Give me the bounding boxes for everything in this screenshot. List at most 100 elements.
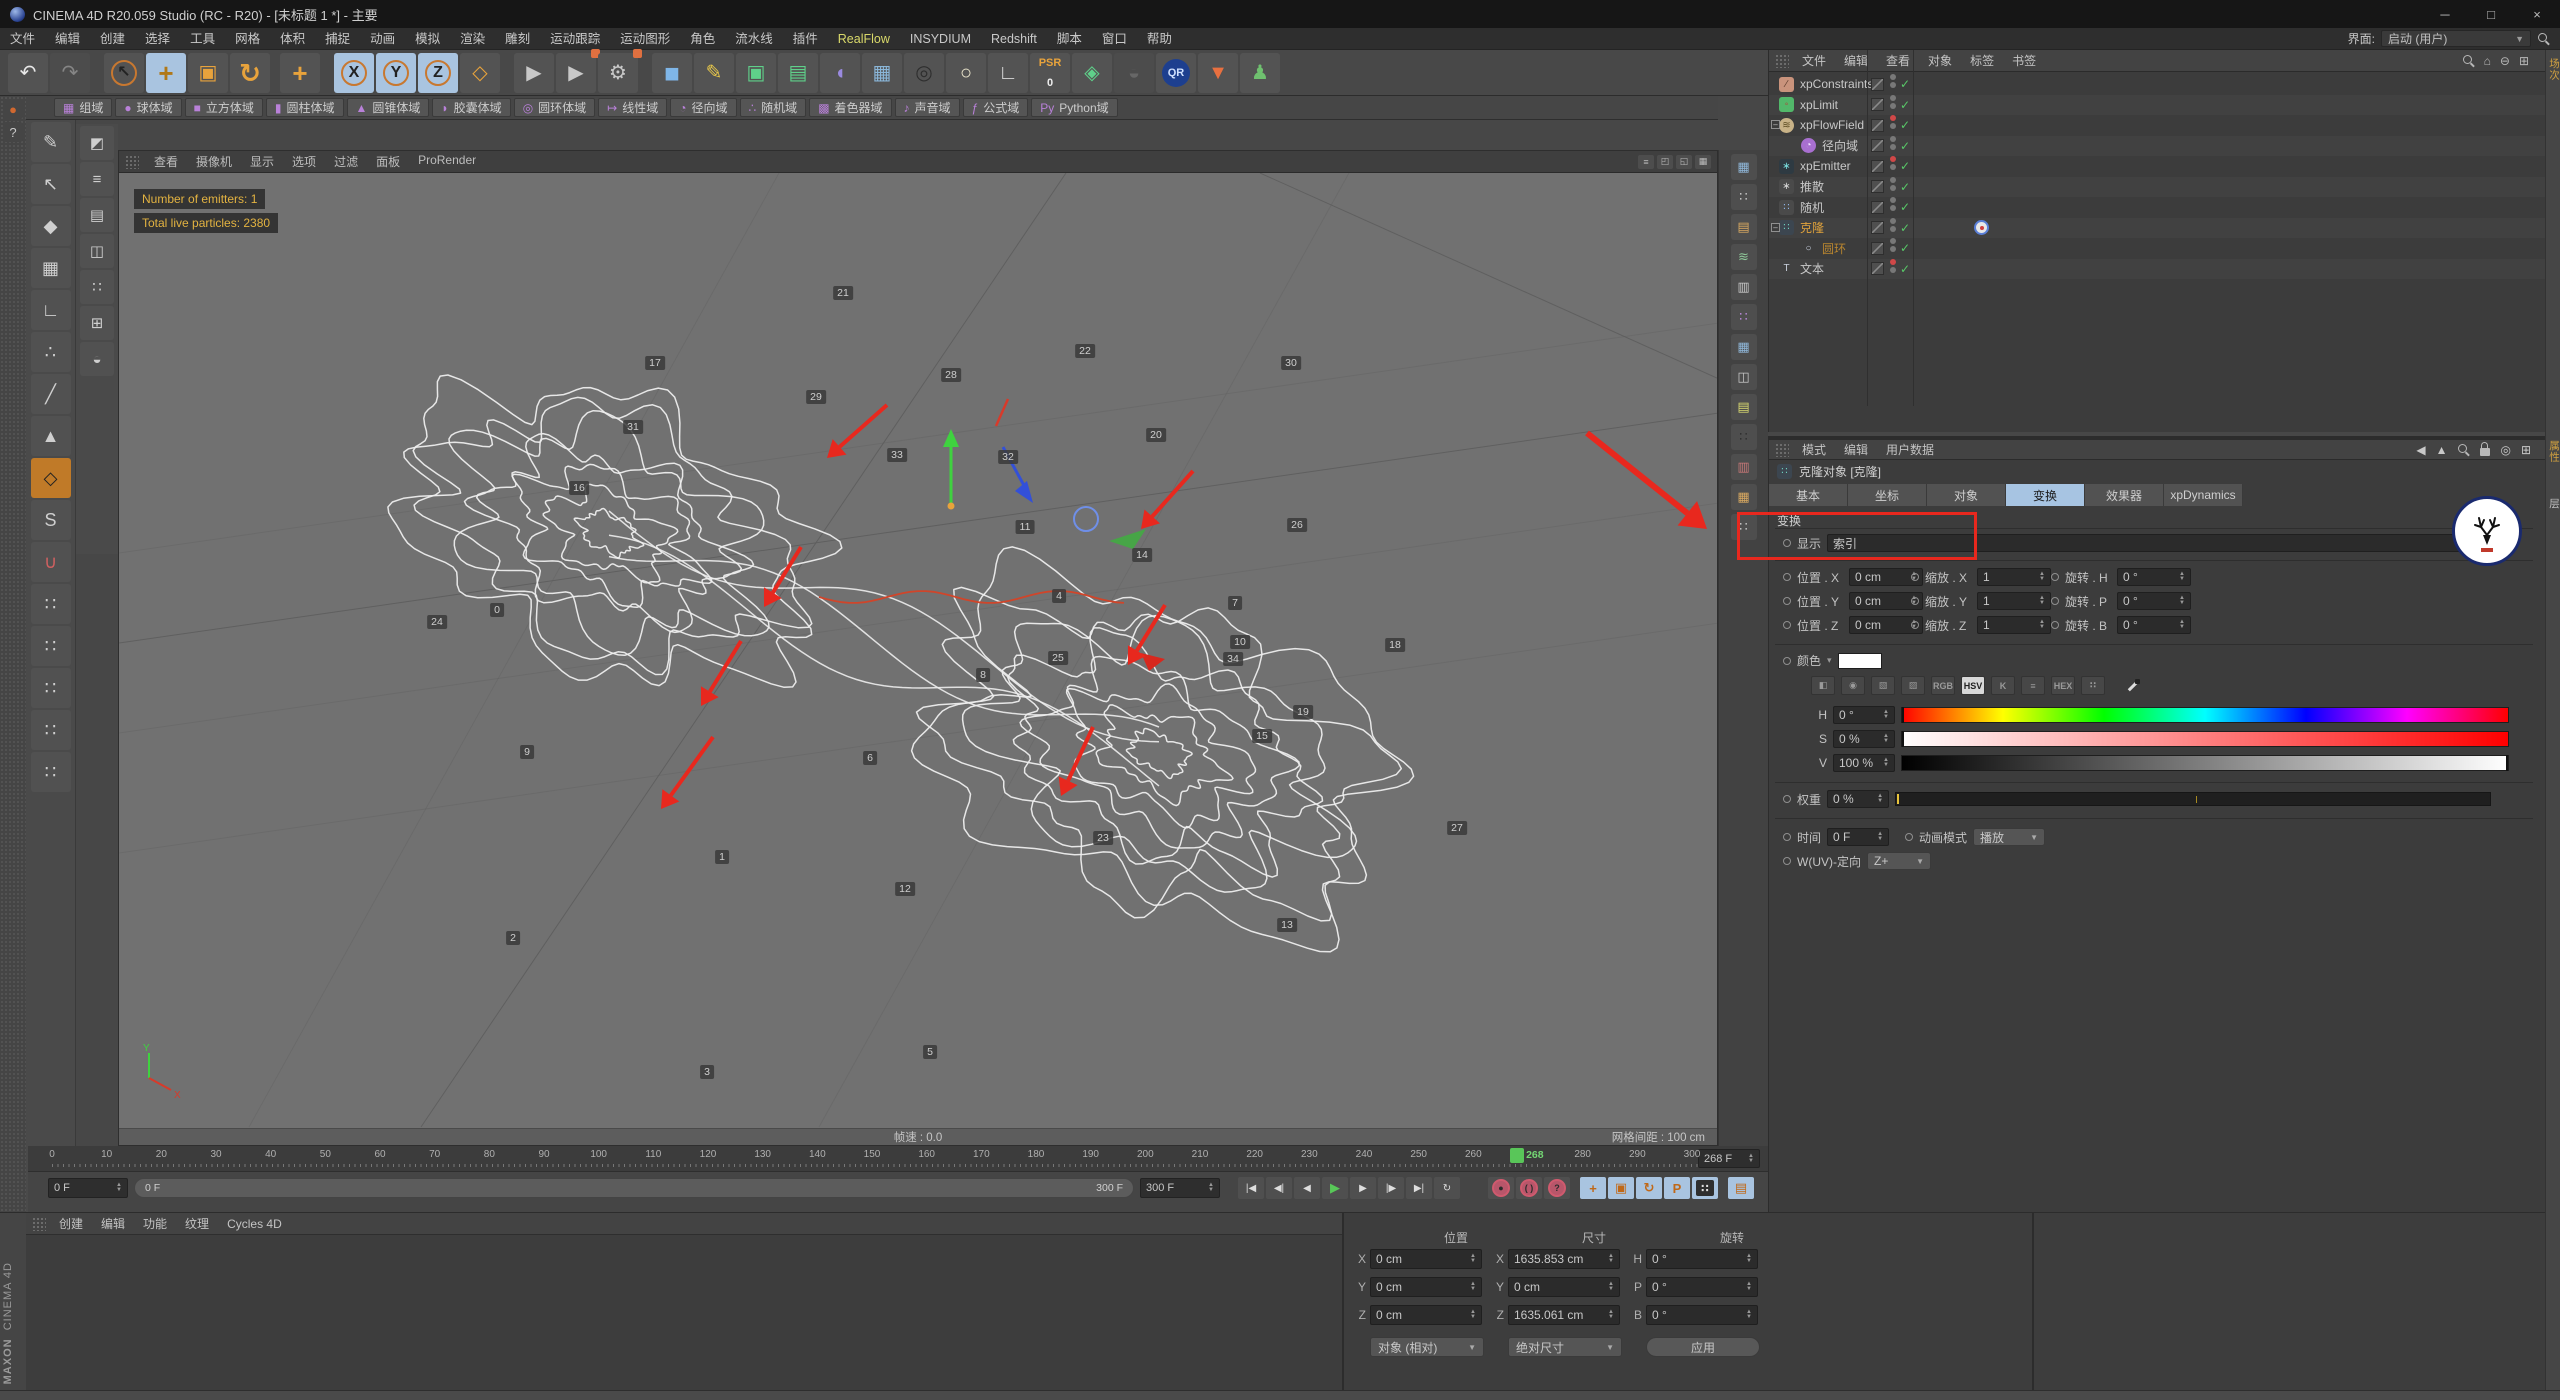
v-gradient-slider[interactable] — [1901, 755, 2509, 771]
viewport-corner-icon-3[interactable]: ◱ — [1676, 154, 1692, 169]
animation-dot[interactable] — [1905, 833, 1914, 841]
render-visibility-dot[interactable] — [1890, 123, 1896, 129]
viewport-menu-面板[interactable]: 面板 — [367, 153, 409, 170]
field-button-着色器域[interactable]: ▩ 着色器域 — [809, 98, 892, 117]
visibility-dots[interactable] — [1890, 156, 1896, 176]
menu-INSYDIUM[interactable]: INSYDIUM — [900, 28, 981, 50]
dock-icon-7[interactable]: ▦ — [1730, 334, 1757, 360]
pen-tool-icon[interactable]: ✎ — [30, 122, 71, 162]
visibility-dots[interactable] — [1890, 94, 1896, 115]
minimize-button[interactable]: ─ — [2422, 0, 2468, 28]
field-button-径向域[interactable]: ◔ 径向域 — [670, 98, 737, 117]
h-gradient-slider[interactable] — [1901, 707, 2509, 723]
xpresso-button[interactable]: ◈ — [1072, 52, 1112, 93]
search-icon[interactable] — [2462, 54, 2475, 67]
tab-基本[interactable]: 基本 — [1769, 484, 1848, 506]
field-button-立方体域[interactable]: ■ 立方体域 — [184, 98, 263, 117]
object-row-xpEmitter[interactable]: ∗ xpEmitter ✓ — [1769, 156, 2545, 176]
rotation-field[interactable]: 0 ° ▲ ▼ — [2117, 568, 2191, 586]
modeling-icon-6[interactable]: ⊞ — [80, 306, 114, 340]
swatch-compare-icon[interactable]: ◧ — [1811, 676, 1835, 695]
menu-工具[interactable]: 工具 — [180, 28, 225, 50]
material-menu-功能[interactable]: 功能 — [134, 1213, 176, 1235]
object-row-xpFlowField[interactable]: – ≋ xpFlowField ✓ — [1769, 115, 2545, 135]
layer-swatch[interactable] — [1871, 95, 1884, 115]
key-rotation-toggle[interactable]: ↻ — [1636, 1177, 1662, 1199]
z-axis-lock[interactable]: Z — [418, 52, 458, 93]
enabled-check-icon[interactable]: ✓ — [1900, 259, 1910, 279]
enabled-check-icon[interactable]: ✓ — [1900, 115, 1910, 135]
color-expand-icon[interactable]: ▾ — [1827, 655, 1832, 666]
editor-visibility-dot[interactable] — [1890, 217, 1896, 224]
search-icon[interactable] — [2457, 443, 2470, 456]
tab-对象[interactable]: 对象 — [1927, 484, 2006, 506]
drag-grip-icon[interactable] — [32, 1216, 46, 1231]
tab-坐标[interactable]: 坐标 — [1848, 484, 1927, 506]
menu-运动跟踪[interactable]: 运动跟踪 — [540, 28, 610, 50]
size-Y-field[interactable]: 0 cm ▲ ▼ — [1508, 1277, 1620, 1297]
workplane-button[interactable]: ∟ — [988, 52, 1028, 93]
layer-swatch[interactable] — [1871, 136, 1884, 156]
goto-end-button[interactable]: ▶| — [1406, 1177, 1432, 1199]
animation-dot[interactable] — [1911, 573, 1919, 581]
editor-visibility-dot[interactable] — [1890, 197, 1896, 203]
menu-创建[interactable]: 创建 — [90, 28, 135, 50]
menu-插件[interactable]: 插件 — [783, 28, 828, 50]
add-environment-menu[interactable]: ▦ — [862, 52, 902, 93]
render-visibility-dot[interactable] — [1890, 164, 1896, 170]
k-mode[interactable]: K — [1991, 676, 2015, 695]
close-button[interactable]: × — [2514, 0, 2560, 28]
expander-icon[interactable]: – — [1771, 222, 1780, 232]
model-mode-icon[interactable]: ◆ — [30, 206, 71, 246]
enabled-check-icon[interactable]: ✓ — [1900, 197, 1910, 217]
mixer-mode[interactable]: ∷ — [2081, 676, 2105, 695]
tab-xpDynamics[interactable]: xpDynamics — [2164, 484, 2243, 506]
weight-field[interactable]: 0 % ▲ ▼ — [1827, 790, 1890, 808]
add-light-menu[interactable]: ○ — [946, 52, 986, 93]
rotate-tool[interactable]: ↻ — [230, 52, 270, 93]
color-wheel-icon[interactable]: ◉ — [1841, 676, 1865, 695]
object-row-推散[interactable]: ∗ 推散 ✓ — [1769, 176, 2545, 197]
material-ball-icon[interactable]: ● — [3, 99, 23, 119]
am-menu-用户数据[interactable]: 用户数据 — [1877, 439, 1943, 461]
add-cloner-menu[interactable]: ▤ — [778, 52, 818, 93]
h-value-field[interactable]: 0 ° ▲ ▼ — [1833, 706, 1895, 724]
enabled-check-icon[interactable]: ✓ — [1900, 218, 1910, 238]
render-visibility-dot[interactable] — [1890, 184, 1896, 191]
object-row-克隆[interactable]: – ∷ 克隆 ✓ — [1769, 217, 2545, 238]
target-icon[interactable]: ◎ — [2500, 443, 2510, 457]
animation-dot[interactable] — [1783, 573, 1791, 581]
menu-模拟[interactable]: 模拟 — [405, 28, 450, 50]
render-visibility-dot[interactable] — [1890, 143, 1896, 150]
add-spline-menu[interactable]: ✎ — [694, 52, 734, 93]
modeling-icon-2[interactable]: ≡ — [80, 162, 114, 196]
dock-icon-4[interactable]: ≋ — [1730, 244, 1757, 270]
om-menu-文件[interactable]: 文件 — [1793, 50, 1835, 72]
dock-icon-9[interactable]: ▤ — [1730, 394, 1757, 420]
layer-swatch[interactable] — [1871, 218, 1884, 238]
palette-grid-icon-2[interactable]: ∷ — [30, 668, 71, 708]
field-button-Python域[interactable]: Py Python域 — [1031, 98, 1118, 117]
field-button-胶囊体域[interactable]: ◗ 胶囊体域 — [432, 98, 511, 117]
menu-文件[interactable]: 文件 — [0, 28, 45, 50]
render-visibility-dot[interactable] — [1890, 246, 1896, 252]
prev-key-button[interactable]: ◀| — [1266, 1177, 1292, 1199]
playhead[interactable] — [1510, 1148, 1525, 1163]
visibility-dots[interactable] — [1890, 197, 1896, 217]
modeling-icon-3[interactable]: ▤ — [80, 198, 114, 232]
menu-雕刻[interactable]: 雕刻 — [495, 28, 540, 50]
object-row-圆环[interactable]: ○ 圆环 ✓ — [1769, 238, 2545, 258]
last-used-tool[interactable]: + — [280, 52, 320, 93]
menu-脚本[interactable]: 脚本 — [1047, 28, 1092, 50]
visibility-dots[interactable] — [1890, 74, 1896, 94]
reset-psr-button[interactable]: PSR 0 — [1030, 52, 1070, 93]
scale-tool[interactable]: ▣ — [188, 52, 228, 93]
sliders-mode[interactable]: ≡ — [2021, 676, 2045, 695]
dock-icon-11[interactable]: ▥ — [1730, 454, 1757, 480]
visibility-dots[interactable] — [1890, 258, 1896, 279]
range-slider[interactable]: 0 F 300 F — [134, 1178, 1134, 1198]
maximize-button[interactable]: □ — [2468, 0, 2514, 28]
viewport-menu-ProRender[interactable]: ProRender — [409, 153, 485, 170]
modeling-icon-7[interactable]: ◒ — [80, 342, 114, 376]
menu-窗口[interactable]: 窗口 — [1092, 28, 1137, 50]
